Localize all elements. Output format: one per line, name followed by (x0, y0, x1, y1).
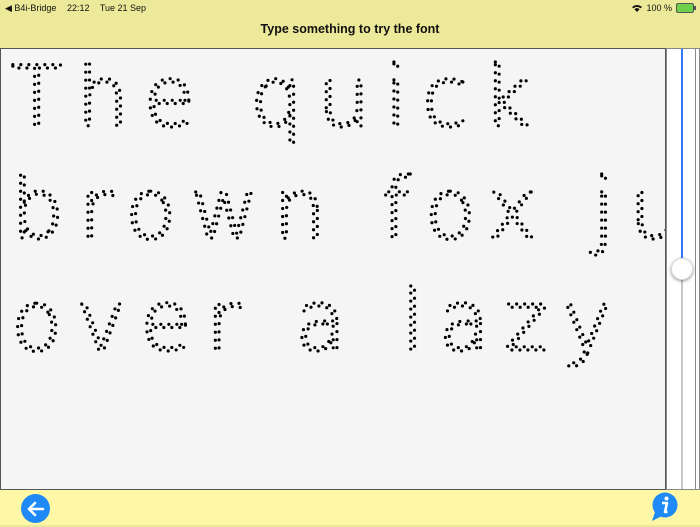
page-title: Type something to try the font (260, 22, 440, 36)
arrow-left-icon (27, 501, 44, 516)
slider-track-filled (681, 49, 683, 269)
preview-line: over a lazy dog. (11, 272, 665, 370)
svg-text:The quickbrown fox jumpsove: The quick brown fox jumps over a lazy dog. (11, 49, 665, 370)
status-time: 22:12 (66, 3, 90, 13)
slider-track (681, 269, 683, 489)
wifi-icon (632, 5, 643, 12)
slider-thumb[interactable] (671, 258, 693, 280)
status-date: Tue 21 Sep (99, 3, 147, 13)
font-size-slider[interactable] (666, 48, 700, 490)
status-bar: ◀ B4i-Bridge 22:12 Tue 21 Sep 100 % (0, 0, 700, 16)
preview-line: The quick (11, 49, 545, 146)
info-button[interactable] (649, 492, 679, 522)
info-bubble-icon (652, 492, 678, 521)
preview-line: brown fox jumps (11, 160, 665, 258)
battery-icon (676, 3, 696, 13)
footer-bar (0, 490, 700, 525)
back-button[interactable] (21, 494, 50, 523)
text-editor[interactable]: The quick brown fox jumps over a lazy dog. (0, 48, 666, 490)
dotted-font-preview: The quick brown fox jumps over a lazy dog. (9, 49, 665, 372)
back-to-app-link[interactable]: ◀ B4i-Bridge (5, 3, 56, 13)
battery-percent: 100 % (646, 3, 672, 13)
panel-edge (695, 49, 696, 489)
